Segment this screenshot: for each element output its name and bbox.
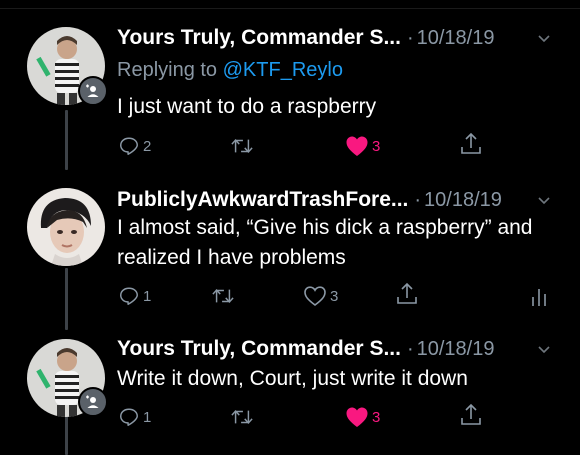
reply-count: 2 bbox=[143, 137, 152, 155]
reply-icon bbox=[120, 408, 138, 426]
tweet-header: Yours Truly, Commander S... · 10/18/19 bbox=[117, 24, 550, 52]
retweet-button[interactable] bbox=[230, 404, 257, 430]
person-badge-icon bbox=[78, 76, 108, 106]
share-icon bbox=[461, 403, 481, 425]
separator-dot: · bbox=[406, 26, 414, 49]
retweet-icon bbox=[231, 138, 253, 154]
share-button[interactable] bbox=[459, 131, 483, 157]
retweet-button[interactable] bbox=[230, 133, 257, 159]
replying-handle-link[interactable]: @KTF_Reylo bbox=[223, 59, 343, 81]
chevron-down-icon[interactable] bbox=[536, 192, 552, 208]
like-button[interactable]: 3 bbox=[303, 283, 338, 309]
replying-to: Replying to @KTF_Reylo bbox=[117, 59, 343, 82]
like-count: 3 bbox=[330, 287, 339, 305]
tweet-header: PubliclyAwkwardTrashFore... · 10/18/19 bbox=[117, 186, 550, 214]
timestamp[interactable]: 10/18/19 bbox=[417, 27, 495, 50]
analytics-button[interactable] bbox=[530, 283, 548, 309]
separator-dot: · bbox=[406, 337, 414, 360]
like-button[interactable]: 3 bbox=[345, 404, 380, 430]
reply-count: 1 bbox=[143, 287, 152, 305]
chevron-down-icon[interactable] bbox=[536, 341, 552, 357]
reply-count: 1 bbox=[143, 408, 152, 426]
like-count: 3 bbox=[372, 137, 381, 155]
timestamp[interactable]: 10/18/19 bbox=[417, 338, 495, 361]
reply-button[interactable]: 1 bbox=[118, 404, 151, 430]
avatar[interactable] bbox=[27, 188, 105, 266]
tweet[interactable]: Yours Truly, Commander S... · 10/18/19 W… bbox=[0, 325, 580, 455]
heart-icon bbox=[346, 407, 368, 427]
display-name[interactable]: Yours Truly, Commander S... bbox=[117, 26, 401, 50]
separator-dot: · bbox=[414, 188, 422, 211]
tweet[interactable]: Yours Truly, Commander S... · 10/18/19 R… bbox=[0, 0, 580, 170]
like-button[interactable]: 3 bbox=[345, 133, 380, 159]
timestamp[interactable]: 10/18/19 bbox=[424, 189, 502, 212]
avatar-image bbox=[27, 188, 105, 266]
share-button[interactable] bbox=[459, 402, 483, 428]
share-button[interactable] bbox=[395, 281, 419, 307]
retweet-button[interactable] bbox=[211, 283, 238, 309]
reply-icon bbox=[120, 287, 138, 305]
tweet[interactable]: PubliclyAwkwardTrashFore... · 10/18/19 I… bbox=[0, 170, 580, 325]
retweet-icon bbox=[212, 288, 234, 304]
chevron-down-icon[interactable] bbox=[536, 30, 552, 46]
reply-button[interactable]: 2 bbox=[118, 133, 151, 159]
share-icon bbox=[397, 282, 417, 304]
tweet-text: I almost said, “Give his dick a raspberr… bbox=[117, 216, 533, 269]
display-name[interactable]: PubliclyAwkwardTrashFore... bbox=[117, 188, 408, 212]
retweet-icon bbox=[231, 409, 253, 425]
heart-icon bbox=[346, 136, 368, 156]
tweet-header: Yours Truly, Commander S... · 10/18/19 bbox=[117, 335, 550, 363]
like-count: 3 bbox=[372, 408, 381, 426]
share-icon bbox=[461, 132, 481, 154]
person-badge-icon bbox=[78, 387, 108, 417]
analytics-icon bbox=[532, 289, 546, 306]
heart-icon bbox=[304, 286, 326, 306]
replying-prefix: Replying to bbox=[117, 59, 223, 81]
tweet-text: Write it down, Court, just write it down bbox=[117, 367, 468, 390]
tweet-text: I just want to do a raspberry bbox=[117, 95, 377, 118]
display-name[interactable]: Yours Truly, Commander S... bbox=[117, 337, 401, 361]
reply-button[interactable]: 1 bbox=[118, 283, 151, 309]
reply-icon bbox=[120, 137, 138, 155]
